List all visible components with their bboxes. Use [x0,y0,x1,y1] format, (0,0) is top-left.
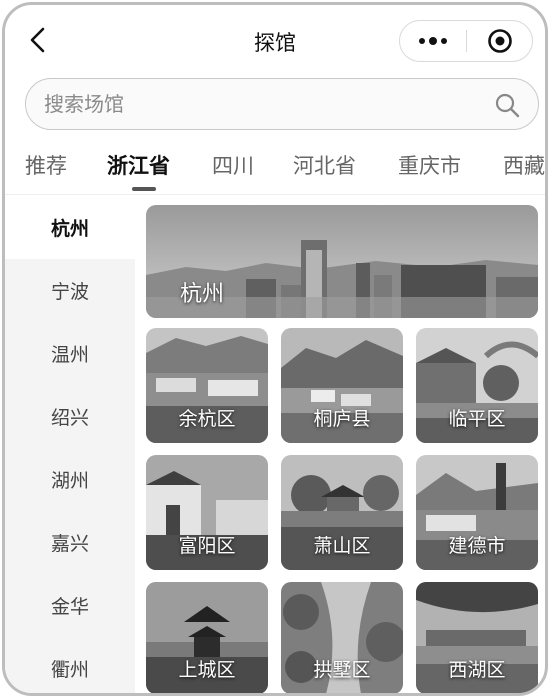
tab-sichuan[interactable]: 四川 [212,150,254,180]
district-card-linping[interactable]: 临平区 [416,328,538,443]
district-card-yuhang[interactable]: 余杭区 [146,328,268,443]
sidebar-item-wenzhou[interactable]: 温州 [5,322,135,385]
city-sidebar: 杭州 宁波 温州 绍兴 湖州 嘉兴 金华 衢州 [5,196,135,693]
tab-hebei[interactable]: 河北省 [293,150,356,180]
sidebar-item-hangzhou[interactable]: 杭州 [5,196,135,259]
nav-bar: 探馆 [5,5,545,75]
tab-recommend[interactable]: 推荐 [25,150,67,180]
tab-xizang[interactable]: 西藏 [503,150,545,180]
target-circle-icon [487,29,512,53]
active-tab-indicator [132,187,156,191]
district-card-fuyang[interactable]: 富阳区 [146,455,268,570]
district-card-tonglu[interactable]: 桐庐县 [281,328,403,443]
sidebar-item-ningbo[interactable]: 宁波 [5,259,135,322]
district-label: 拱墅区 [313,659,371,681]
close-miniprogram-button[interactable] [467,21,532,61]
sidebar-item-jiaxing[interactable]: 嘉兴 [5,511,135,574]
search-input[interactable] [44,79,464,129]
province-tabs: 推荐 浙江省 四川 河北省 重庆市 西藏 [5,140,545,195]
district-card-xihu[interactable]: 西湖区 [416,582,538,693]
sidebar-item-shaoxing[interactable]: 绍兴 [5,385,135,448]
featured-city-label: 杭州 [180,282,225,307]
district-card-shangcheng[interactable]: 上城区 [146,582,268,693]
sidebar-item-jinhua[interactable]: 金华 [5,574,135,637]
tab-chongqing[interactable]: 重庆市 [398,150,461,180]
mini-program-capsule [399,20,533,62]
district-label: 富阳区 [178,535,236,557]
district-label: 萧山区 [313,535,371,557]
tab-zhejiang[interactable]: 浙江省 [107,150,170,180]
more-button[interactable] [400,21,466,61]
more-dots-icon [419,37,447,45]
district-label: 余杭区 [178,408,236,430]
district-label: 桐庐县 [313,408,371,430]
sidebar-item-quzhou[interactable]: 衢州 [5,637,135,693]
search-bar [25,78,539,130]
phone-frame: 探馆 推荐 浙 [2,2,548,696]
district-label: 西湖区 [448,659,506,681]
featured-city-card[interactable]: 杭州 [146,205,538,318]
district-card-xiaoshan[interactable]: 萧山区 [281,455,403,570]
district-label: 建德市 [448,535,506,557]
district-label: 上城区 [178,659,236,681]
search-icon[interactable] [494,92,520,118]
district-card-jiande[interactable]: 建德市 [416,455,538,570]
sidebar-item-huzhou[interactable]: 湖州 [5,448,135,511]
district-label: 临平区 [448,408,506,430]
district-card-gongshu[interactable]: 拱墅区 [281,582,403,693]
